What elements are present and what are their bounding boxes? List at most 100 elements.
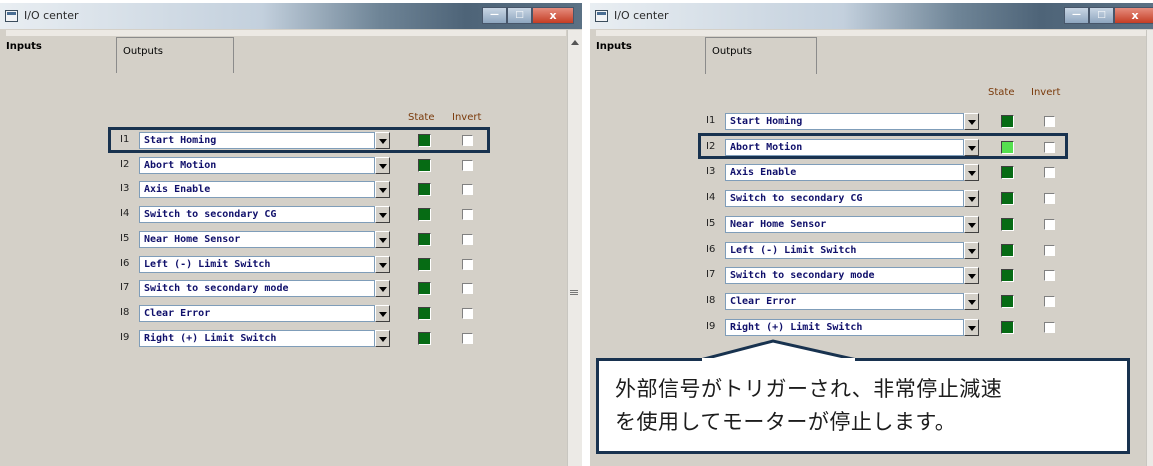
io-row-5: I5 Near Home Sensor — [6, 230, 566, 248]
invert-checkbox[interactable] — [462, 209, 473, 221]
input-function-select[interactable]: Near Home Sensor — [725, 215, 964, 233]
input-index: I9 — [120, 331, 130, 343]
title-bar[interactable]: I/O center — □ x — [0, 3, 582, 29]
minimize-button[interactable]: — — [1064, 7, 1089, 24]
minimize-button[interactable]: — — [482, 7, 507, 24]
dropdown-arrow-icon[interactable] — [375, 206, 390, 224]
invert-checkbox[interactable] — [462, 233, 473, 245]
input-function-select[interactable]: Axis Enable — [139, 181, 375, 199]
dropdown-arrow-icon[interactable] — [375, 255, 390, 273]
input-function-select[interactable]: Switch to secondary CG — [725, 190, 964, 208]
tab-outputs[interactable]: Outputs — [116, 37, 234, 75]
input-function-select[interactable]: Abort Motion — [139, 156, 375, 174]
io-row-8: I8 Clear Error — [6, 304, 566, 322]
invert-checkbox[interactable] — [1044, 193, 1055, 205]
input-function-select[interactable]: Left (-) Limit Switch — [725, 241, 964, 259]
invert-checkbox[interactable] — [1044, 167, 1055, 179]
title-bar[interactable]: I/O center — □ x — [590, 3, 1153, 29]
tab-inputs[interactable]: Inputs — [596, 41, 632, 52]
invert-checkbox[interactable] — [1044, 116, 1055, 127]
state-led-icon — [418, 158, 431, 172]
invert-checkbox[interactable] — [1044, 244, 1055, 256]
maximize-button[interactable]: □ — [1089, 7, 1114, 24]
io-row-7: I7 Switch to secondary mode — [596, 266, 1147, 285]
state-led-icon — [1001, 320, 1014, 334]
input-function-select[interactable]: Near Home Sensor — [139, 230, 375, 248]
state-led-icon — [1001, 115, 1014, 128]
callout-joint — [702, 358, 855, 361]
input-index: I5 — [706, 217, 716, 229]
input-function-select[interactable]: Switch to secondary CG — [139, 206, 375, 224]
input-function-select[interactable]: Clear Error — [139, 304, 375, 322]
dropdown-arrow-icon[interactable] — [964, 292, 979, 310]
io-center-window-before: I/O center — □ x Inputs Outputs State In… — [0, 3, 582, 466]
invert-header: Invert — [1031, 87, 1061, 98]
input-function-select[interactable]: Axis Enable — [725, 164, 964, 182]
dropdown-arrow-icon[interactable] — [375, 304, 390, 322]
invert-checkbox[interactable] — [1044, 218, 1055, 230]
dropdown-arrow-icon[interactable] — [964, 215, 979, 233]
dropdown-arrow-icon[interactable] — [964, 164, 979, 182]
input-function-select[interactable]: Start Homing — [725, 113, 964, 130]
scroll-up-arrow-icon[interactable] — [571, 40, 579, 45]
invert-checkbox[interactable] — [462, 159, 473, 171]
dropdown-arrow-icon[interactable] — [964, 113, 979, 130]
dropdown-arrow-icon[interactable] — [964, 267, 979, 285]
input-function-select[interactable]: Left (-) Limit Switch — [139, 255, 375, 273]
input-function-select[interactable]: Switch to secondary mode — [139, 280, 375, 298]
state-header: State — [988, 87, 1015, 98]
dropdown-arrow-icon[interactable] — [964, 190, 979, 208]
state-led-icon — [1001, 294, 1014, 308]
input-index: I3 — [706, 166, 716, 178]
dropdown-arrow-icon[interactable] — [964, 318, 979, 336]
io-row-3: I3 Axis Enable — [596, 163, 1147, 182]
input-index: I7 — [120, 282, 130, 294]
dropdown-arrow-icon[interactable] — [375, 280, 390, 298]
input-function-select[interactable]: Right (+) Limit Switch — [139, 329, 375, 347]
app-icon — [5, 10, 18, 22]
input-index: I9 — [706, 320, 716, 332]
invert-checkbox[interactable] — [1044, 270, 1055, 282]
input-function-select[interactable]: Clear Error — [725, 292, 964, 310]
input-index: I4 — [120, 208, 130, 220]
dropdown-arrow-icon[interactable] — [375, 230, 390, 248]
io-row-2: I2 Abort Motion — [6, 156, 566, 174]
tab-inputs[interactable]: Inputs — [6, 41, 42, 52]
callout-line-1: 外部信号がトリガーされ、非常停止減速 — [615, 377, 1003, 401]
vertical-scrollbar[interactable] — [1146, 30, 1153, 466]
state-led-icon — [1001, 243, 1014, 257]
input-function-select[interactable]: Right (+) Limit Switch — [725, 318, 964, 336]
invert-checkbox[interactable] — [1044, 321, 1055, 333]
dropdown-arrow-icon[interactable] — [375, 156, 390, 174]
invert-checkbox[interactable] — [462, 332, 473, 344]
dropdown-arrow-icon[interactable] — [375, 181, 390, 199]
input-index: I2 — [120, 158, 130, 170]
dropdown-arrow-icon[interactable] — [375, 329, 390, 347]
input-index: I4 — [706, 192, 716, 204]
close-button[interactable]: x — [532, 7, 574, 24]
invert-checkbox[interactable] — [1044, 295, 1055, 307]
io-row-7: I7 Switch to secondary mode — [6, 279, 566, 298]
tab-outputs[interactable]: Outputs — [705, 37, 817, 79]
input-index: I8 — [120, 306, 130, 318]
invert-checkbox[interactable] — [462, 258, 473, 270]
invert-checkbox[interactable] — [462, 184, 473, 196]
maximize-button[interactable]: □ — [507, 7, 532, 24]
io-row-5: I5 Near Home Sensor — [596, 215, 1147, 233]
close-button[interactable]: x — [1114, 7, 1153, 24]
scroll-grip-icon[interactable] — [570, 290, 578, 296]
vertical-scrollbar[interactable] — [567, 30, 582, 466]
invert-checkbox[interactable] — [462, 283, 473, 295]
input-index: I3 — [120, 183, 130, 195]
state-led-icon — [418, 331, 431, 345]
input-function-select[interactable]: Switch to secondary mode — [725, 267, 964, 285]
invert-checkbox[interactable] — [462, 307, 473, 319]
state-led-icon — [418, 306, 431, 320]
input-index: I8 — [706, 294, 716, 306]
io-row-9: I9 Right (+) Limit Switch — [6, 329, 566, 347]
dropdown-arrow-icon[interactable] — [964, 241, 979, 259]
state-led-icon — [418, 183, 431, 197]
state-led-icon — [1001, 166, 1014, 180]
state-led-icon — [418, 257, 431, 271]
state-led-icon — [1001, 269, 1014, 283]
